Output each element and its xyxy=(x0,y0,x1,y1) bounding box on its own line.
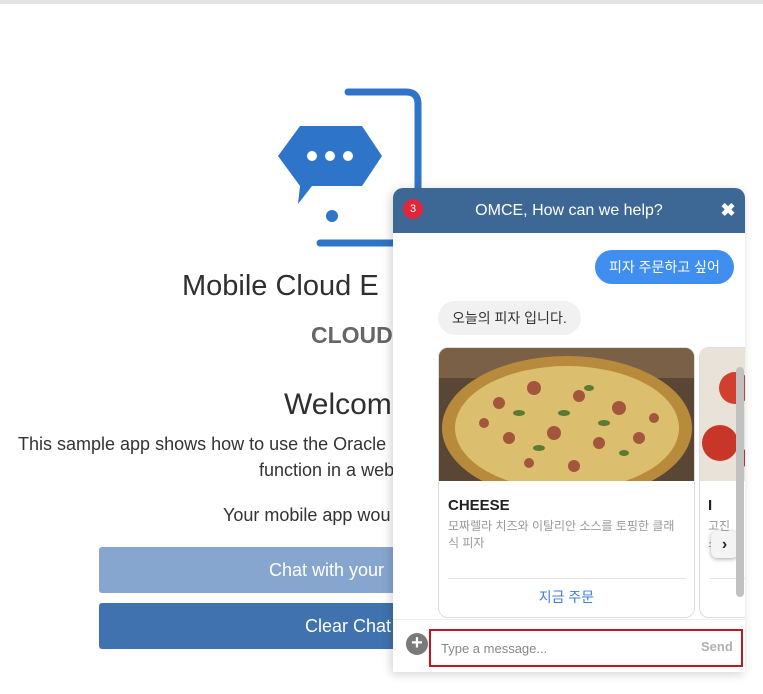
message-input-box[interactable]: Send xyxy=(429,629,743,667)
description-line-3: Your mobile app wou xyxy=(223,505,391,525)
unread-badge: 3 xyxy=(403,199,423,219)
message-input[interactable] xyxy=(439,637,693,659)
user-message: 피자 주문하고 싶어 xyxy=(595,250,734,284)
scrollbar[interactable] xyxy=(736,367,744,597)
chat-widget: OMCE, How can we help? 3 ✖ 피자 주문하고 싶어 오늘… xyxy=(393,188,745,672)
chat-footer: + Send xyxy=(393,619,745,672)
conversation-pane: 피자 주문하고 싶어 오늘의 피자 입니다. CHEESE 모짜렐라 치즈와 이… xyxy=(393,233,745,619)
pizza-card-cheese: CHEESE 모짜렐라 치즈와 이탈리안 소스를 토핑한 클래식 피자 지금 주… xyxy=(438,347,695,618)
welcome-heading: Welcom xyxy=(284,388,392,421)
close-icon[interactable]: ✖ xyxy=(717,199,739,221)
page-subtitle: CLOUD xyxy=(311,322,393,348)
card-title: CHEESE xyxy=(448,497,510,514)
clear-chat-button[interactable]: Clear Chat xyxy=(99,603,419,649)
chat-title: OMCE, How can we help? xyxy=(475,202,663,219)
bot-message: 오늘의 피자 입니다. xyxy=(438,301,581,335)
description-line-1: This sample app shows how to use the Ora… xyxy=(18,434,387,454)
card-divider xyxy=(448,578,686,579)
card-title: I xyxy=(708,497,713,514)
plus-icon[interactable]: + xyxy=(406,633,428,655)
pizza-image xyxy=(439,348,694,481)
chevron-right-icon[interactable]: › xyxy=(711,531,738,558)
description-line-2: function in a web xyxy=(259,460,395,480)
chat-header: OMCE, How can we help? 3 ✖ xyxy=(393,188,745,233)
send-button[interactable]: Send xyxy=(701,639,733,654)
chat-with-button[interactable]: Chat with your xyxy=(99,547,419,593)
top-bar xyxy=(0,0,763,4)
order-now-button[interactable]: 지금 주문 xyxy=(439,587,694,607)
card-description: 모짜렐라 치즈와 이탈리안 소스를 토핑한 클래식 피자 xyxy=(448,519,675,550)
